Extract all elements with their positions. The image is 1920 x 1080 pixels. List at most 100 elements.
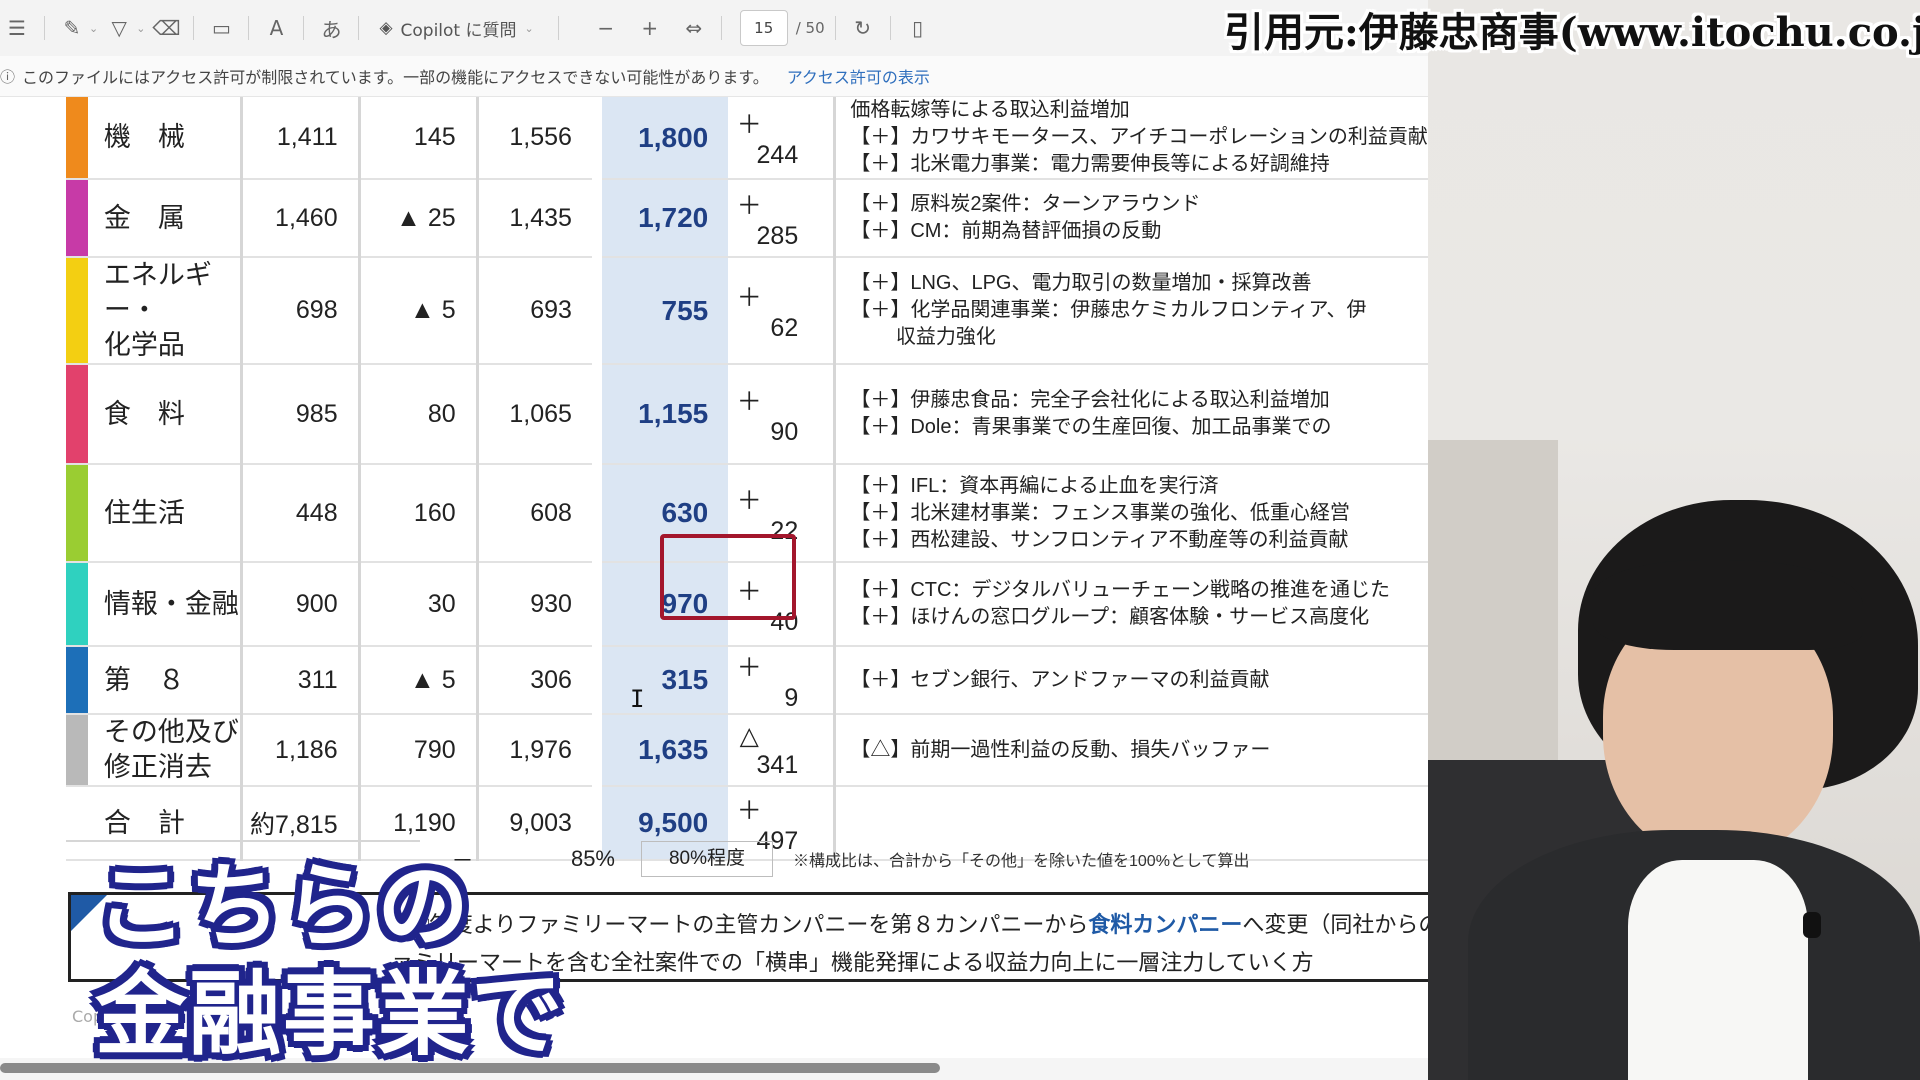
prior-result: 1,186 (241, 714, 361, 787)
prior-result: 900 (241, 562, 361, 647)
comment-line: 収益力強化 (850, 326, 996, 348)
comment-cell: 【＋】LNG、LPG、電力取引の数量増加・採算改善【＋】化学品関連事業：伊藤忠ケ… (834, 257, 1428, 365)
comment-line: 【＋】IFL：資本再編による止血を実行済 (850, 474, 1219, 497)
page-number-input[interactable]: 15 (739, 10, 788, 46)
menu-icon[interactable]: ☰ (0, 11, 34, 45)
read-aloud-icon[interactable]: A (259, 11, 293, 45)
caption-line-2: 金融事業で (95, 961, 566, 1068)
highlight-box (660, 534, 796, 620)
presenter-video (1428, 0, 1920, 1080)
plan-value: 1,800 (596, 97, 729, 180)
text-cursor-icon: I (630, 685, 645, 713)
comment-line: 【＋】伊藤忠食品：完全子会社化による取込利益増加 (850, 389, 1330, 411)
comment-cell: 【＋】CTC：デジタルバリューチェーン戦略の推進を通じた 【＋】ほけんの窓口グルー… (834, 562, 1428, 647)
comment-line: 【＋】CTC：デジタルバリューチェーン戦略の推進を通じた (850, 579, 1391, 601)
change-value: 790 (359, 714, 479, 787)
segment-name: エネルギー・ 化学品 (87, 257, 243, 365)
comment-line: 【＋】セブン銀行、アンドファーマの利益貢献 (850, 668, 1270, 691)
difference-value: 244 (756, 141, 799, 169)
toolbar-divider (193, 16, 195, 40)
footnote-line-1-pre: 20□年度よりファミリーマートの主管カンパニーを第８カンパニーから (391, 912, 1089, 937)
copilot-button[interactable]: ◈ Copilot に質問 ⌄ (369, 16, 547, 41)
difference-sign: ＋ (736, 653, 762, 682)
table-row: その他及び 修正消去 1,186 790 1,976 1,635 △341 【△】前期一過性… (66, 714, 1428, 787)
change-value: ▲ 25 (359, 179, 479, 258)
rotate-icon[interactable]: ↻ (846, 11, 880, 45)
chevron-down-icon[interactable]: ⌄ (89, 22, 98, 35)
plan-value: 1,155 (596, 364, 729, 465)
segment-name: 金 属 (87, 179, 243, 258)
prior-result: 698 (241, 257, 361, 365)
presenter-shirt (1628, 860, 1808, 1080)
comment-line: 【＋】LNG、LPG、電力取引の数量増加・採算改善 (850, 272, 1312, 294)
difference-value: 90 (770, 417, 799, 446)
presenter-bangs (1593, 560, 1863, 650)
difference-sign: ＋ (736, 191, 762, 220)
page-view-icon[interactable]: ▯ (901, 11, 935, 45)
difference: ＋285 (728, 179, 837, 258)
comment-cell: 【△】前期一過性利益の反動、損失バッファー (834, 714, 1428, 787)
difference-value: 285 (756, 221, 799, 250)
ratio-c3: 85% (570, 846, 615, 871)
table-row: 第 ８ 311 ▲ 5 306 315 ＋9 【＋】セブン銀行、アンドファーマの利益貢献 (66, 646, 1428, 715)
prior-result: 985 (241, 364, 361, 465)
pdf-toolbar: ☰ ✎ ⌄ ▽ ⌄ ⌫ ▭ A あ ◈ Copilot に質問 ⌄ − + ⇔ 15… (0, 0, 1428, 57)
comment-line: 【＋】CM：前期為替評価損の反動 (850, 220, 1162, 242)
difference: ＋244 (728, 97, 837, 180)
segment-name: 情報・金融 (87, 562, 243, 647)
segment-name: 第 ８ (87, 646, 243, 715)
segment-name: 機 械 (87, 97, 243, 180)
translate-icon[interactable]: あ (314, 11, 348, 45)
draw-icon[interactable]: ▽ (102, 11, 136, 45)
comment-line: 【△】前期一過性利益の反動、損失バッファー (850, 738, 1271, 761)
zoom-in-icon[interactable]: + (633, 11, 667, 45)
toolbar-divider (44, 16, 45, 40)
segment-name: その他及び 修正消去 (87, 714, 243, 787)
segment-color-bar (66, 714, 88, 787)
toolbar-divider (303, 16, 305, 40)
difference-value: 62 (770, 314, 799, 342)
adjusted-result: 608 (477, 464, 602, 563)
comment-cell: 【＋】IFL：資本再編による止血を実行済【＋】北米建材事業：フェンス事業の強化、… (834, 464, 1428, 563)
comment-line: 【＋】Dole：青果事業での生産回復、加工品事業での (850, 416, 1332, 438)
table-row: 食 料 985 80 1,065 1,155 ＋ 90 【＋】伊藤忠食品：完全子会社化による取… (66, 364, 1428, 465)
chevron-down-icon: ⌄ (524, 21, 534, 35)
difference-sign: △ (739, 721, 759, 750)
adjusted-result: 1,976 (477, 714, 602, 787)
fit-width-icon[interactable]: ⇔ (677, 11, 711, 45)
comment-cell: 【＋】セブン銀行、アンドファーマの利益貢献 (834, 646, 1428, 715)
page-total: / 50 (795, 19, 825, 37)
segment-name: 食 料 (87, 364, 243, 465)
highlight-icon[interactable]: ✎ (55, 11, 89, 45)
difference-value: 341 (756, 750, 799, 779)
comment-line: 【＋】北米電力事業：電力需要伸長等による好調維持 (850, 153, 1330, 175)
zoom-out-icon[interactable]: − (589, 11, 623, 45)
adjusted-result: 930 (477, 562, 602, 647)
comment-line: 【＋】化学品関連事業：伊藤忠ケミカルフロンティア、伊 (850, 299, 1367, 321)
comment-line: 【＋】カワサキモータース、アイチコーポレーションの利益貢献 (850, 126, 1428, 148)
adjusted-result: 693 (477, 257, 602, 365)
comment-line: 【＋】北米建材事業：フェンス事業の強化、低重心経営 (850, 501, 1350, 524)
toolbar-divider (720, 16, 722, 40)
toolbar-divider (248, 16, 250, 40)
segment-color-bar (66, 562, 88, 647)
difference-value: 9 (784, 683, 799, 712)
toolbar-divider (889, 16, 891, 40)
difference-sign: ＋ (736, 486, 762, 515)
segment-color-bar (66, 97, 88, 180)
adjusted-result: 306 (477, 646, 602, 715)
source-credit: 引用元:伊藤忠商事(www.itochu.co.jp) (1224, 9, 1920, 56)
toolbar-divider (358, 16, 360, 40)
table-row: 機 械 1,411 145 1,556 1,800 ＋244 価格転嫁等による取込利益増加【… (66, 97, 1428, 180)
table-row: エネルギー・ 化学品 698 ▲ 5 693 755 ＋ 62 【＋】LNG、LPG、電力取引… (66, 257, 1428, 365)
segment-name: 住生活 (87, 464, 243, 563)
ratio-plan: 80%程度 (641, 841, 773, 877)
segment-color-bar (66, 646, 88, 715)
eraser-icon[interactable]: ⌫ (149, 11, 183, 45)
add-text-icon[interactable]: ▭ (204, 11, 238, 45)
view-permissions-link[interactable]: アクセス許可の表示 (787, 64, 930, 88)
ratio-note: ※構成比は、合計から「その他」を除いた値を100%として算出 (793, 853, 1250, 870)
comment-cell: 【＋】伊藤忠食品：完全子会社化による取込利益増加 【＋】Dole：青果事業での生産… (834, 364, 1428, 465)
change-value: 80 (359, 364, 479, 465)
chevron-down-icon[interactable]: ⌄ (136, 22, 145, 35)
